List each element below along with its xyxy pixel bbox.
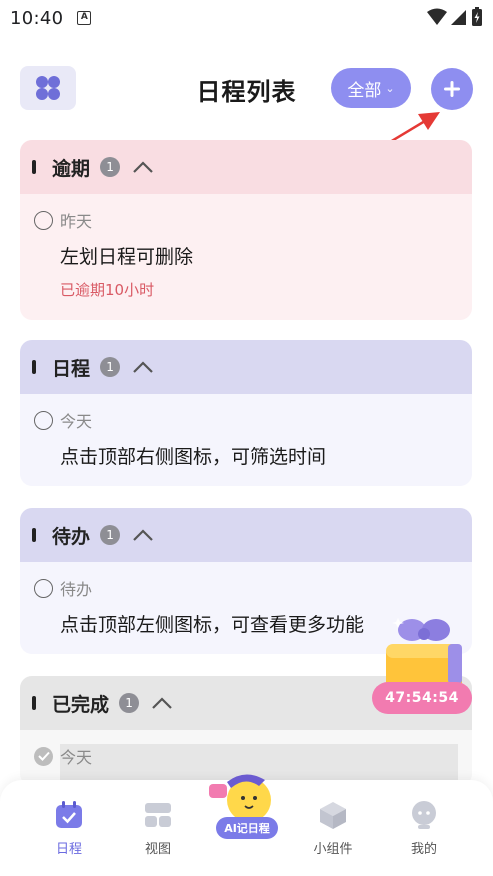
item-title: 点击顶部右侧图标，可筛选时间: [60, 446, 327, 468]
section-marker: [32, 160, 36, 174]
complete-checkbox[interactable]: [34, 210, 53, 230]
profile-icon: [412, 801, 436, 829]
section-marker: [32, 528, 36, 542]
section-marker: [32, 360, 36, 374]
battery-icon: [472, 7, 482, 26]
count-badge: 1: [100, 525, 121, 545]
item-date: 今天: [60, 412, 93, 431]
count-badge: 1: [100, 357, 121, 377]
plus-icon: [444, 81, 460, 97]
section-header-todo[interactable]: 待办 1: [20, 508, 472, 562]
nav-label: 小组件: [313, 842, 353, 857]
item-date: 待办: [60, 580, 93, 599]
section-overdue: 逾期 1 昨天 左划日程可删除 已逾期10小时: [20, 140, 472, 320]
countdown-timer[interactable]: 47:54:54: [372, 682, 472, 714]
item-title: 左划日程可删除: [60, 246, 194, 268]
signal-icon: [451, 10, 466, 25]
section-title: 已完成: [52, 693, 110, 716]
nav-item-view[interactable]: 视图: [123, 800, 193, 857]
chevron-up-icon[interactable]: [132, 160, 154, 174]
section-header-schedule[interactable]: 日程 1: [20, 340, 472, 394]
section-marker: [32, 696, 36, 710]
nav-item-profile[interactable]: 我的: [389, 800, 459, 857]
chevron-up-icon[interactable]: [151, 696, 173, 710]
checked-icon[interactable]: [34, 746, 53, 766]
grid-view-icon: [145, 803, 171, 827]
complete-checkbox[interactable]: [34, 410, 53, 430]
section-title: 逾期: [52, 157, 91, 180]
item-date: 今天: [60, 748, 93, 767]
cube-icon: [320, 802, 346, 829]
overdue-note: 已逾期10小时: [60, 281, 155, 299]
ai-schedule-button[interactable]: AI记日程: [216, 817, 278, 839]
notification-a-icon: A: [77, 11, 92, 25]
filter-label: 全部: [347, 80, 382, 101]
schedule-item[interactable]: 今天 点击顶部右侧图标，可筛选时间: [20, 394, 472, 469]
nav-label: 我的: [410, 842, 437, 857]
chevron-up-icon[interactable]: [132, 528, 154, 542]
nav-label: 日程: [55, 842, 82, 857]
chevron-down-icon: ⌄: [385, 81, 395, 95]
section-title: 日程: [52, 357, 91, 380]
status-bar: 10:40 A: [0, 0, 493, 36]
section-schedule: 日程 1 今天 点击顶部右侧图标，可筛选时间: [20, 340, 472, 486]
wifi-icon: [427, 8, 447, 25]
status-time: 10:40: [10, 7, 64, 29]
section-header-overdue[interactable]: 逾期 1: [20, 140, 472, 194]
schedule-item[interactable]: 昨天 左划日程可删除 已逾期10小时: [20, 194, 472, 300]
completed-item[interactable]: 今天: [20, 730, 472, 786]
count-badge: 1: [119, 693, 140, 713]
nav-item-schedule[interactable]: 日程: [34, 800, 104, 857]
status-icons: [427, 7, 483, 27]
calendar-icon: [56, 801, 82, 828]
nav-item-widgets[interactable]: 小组件: [298, 800, 368, 857]
section-title: 待办: [52, 525, 91, 548]
item-date: 昨天: [60, 212, 93, 231]
nav-label: 视图: [144, 842, 171, 857]
chevron-up-icon[interactable]: [132, 360, 154, 374]
complete-checkbox[interactable]: [34, 578, 53, 598]
count-badge: 1: [100, 157, 121, 177]
